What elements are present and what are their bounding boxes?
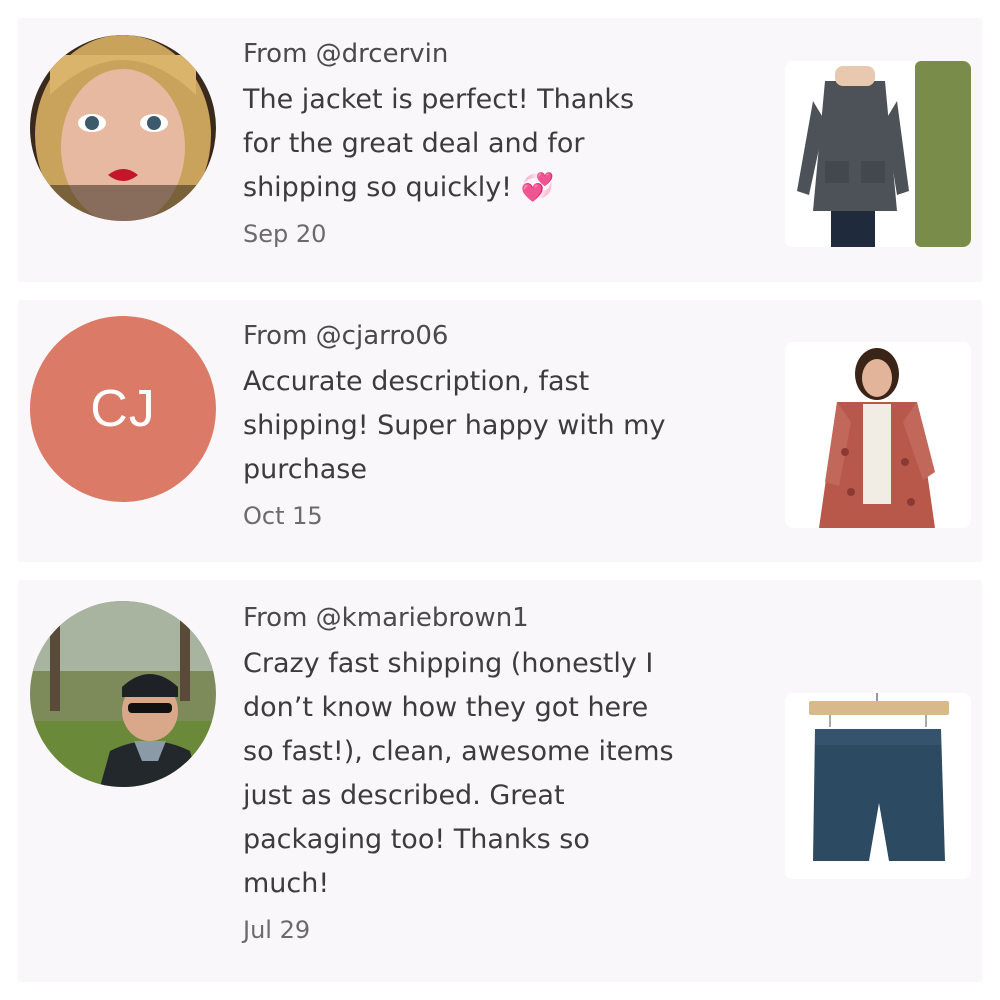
reviewer-avatar[interactable] <box>30 35 216 221</box>
floral-quilted-jacket-photo-icon <box>785 342 971 528</box>
avatar-initials: CJ <box>90 380 156 438</box>
reviewer-handle[interactable]: From @kmariebrown1 <box>243 600 763 636</box>
review-card[interactable]: From @kmariebrown1 Crazy fast shipping (… <box>18 580 982 982</box>
review-content: From @cjarro06 Accurate description, fas… <box>243 318 763 534</box>
review-date: Jul 29 <box>243 916 311 944</box>
review-text: Crazy fast shipping (honestly I don’t kn… <box>243 648 674 899</box>
review-content: From @drcervin The jacket is perfect! Th… <box>243 36 763 252</box>
product-thumbnail[interactable] <box>785 693 971 879</box>
review-content: From @kmariebrown1 Crazy fast shipping (… <box>243 600 763 948</box>
reviewer-handle[interactable]: From @cjarro06 <box>243 318 763 354</box>
review-date: Sep 20 <box>243 220 327 248</box>
review-card[interactable]: From @drcervin The jacket is perfect! Th… <box>18 18 982 282</box>
review-text: Accurate description, fast shipping! Sup… <box>243 366 666 485</box>
product-thumbnail[interactable] <box>785 61 971 247</box>
photo-avatar-woman-blonde-icon <box>30 35 216 221</box>
product-thumbnail[interactable] <box>785 342 971 528</box>
reviewer-avatar[interactable]: CJ <box>30 316 216 502</box>
grey-utility-jacket-photo-icon <box>785 61 971 247</box>
reviewer-avatar[interactable] <box>30 601 216 787</box>
review-date: Oct 15 <box>243 502 323 530</box>
review-text: The jacket is perfect! Thanks for the gr… <box>243 84 635 203</box>
review-card[interactable]: CJ From @cjarro06 Accurate description, … <box>18 300 982 562</box>
photo-avatar-woman-outdoors-icon <box>30 601 216 787</box>
navy-shorts-on-hanger-photo-icon <box>785 693 971 879</box>
reviews-feed: From @drcervin The jacket is perfect! Th… <box>0 0 1000 1000</box>
reviewer-handle[interactable]: From @drcervin <box>243 36 763 72</box>
